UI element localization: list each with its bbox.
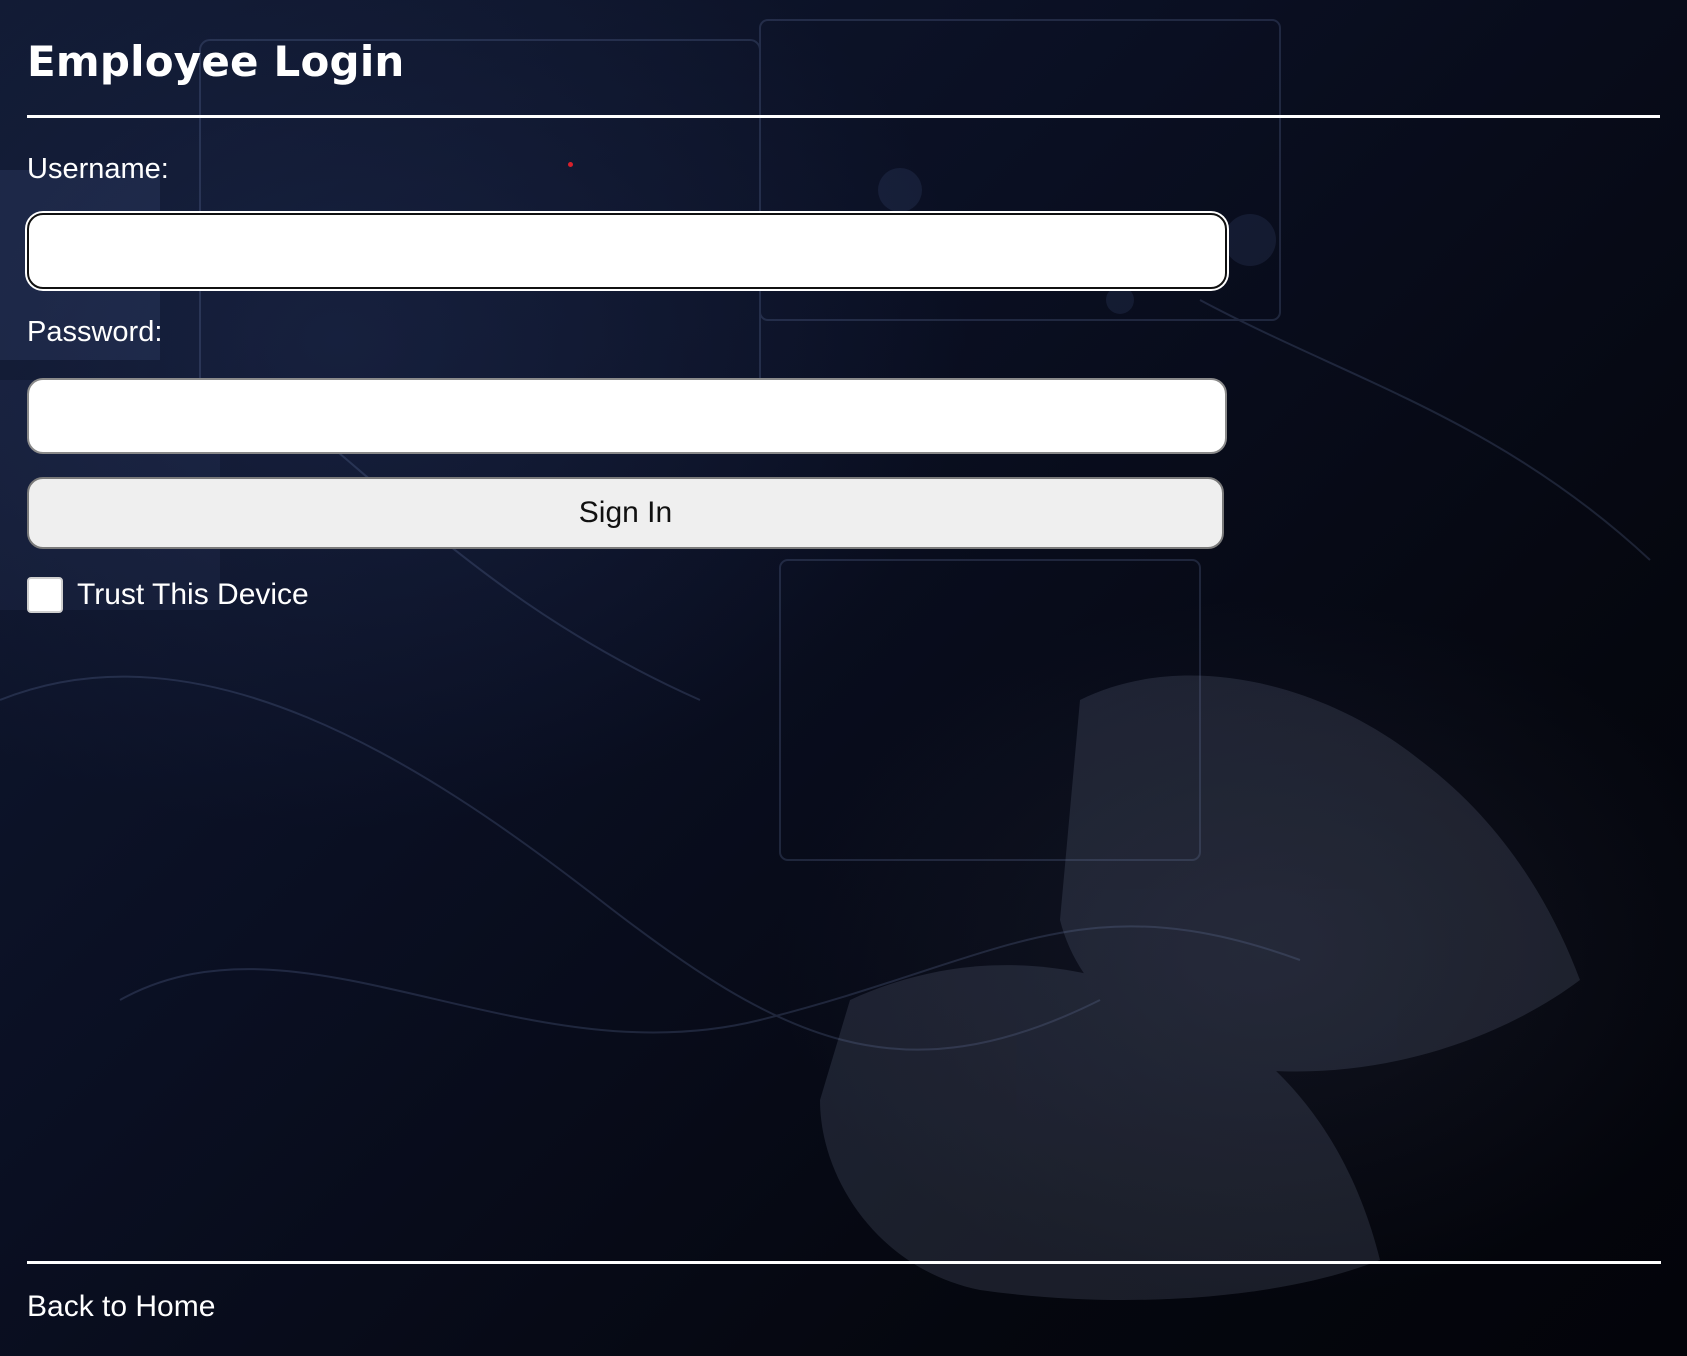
red-dot-indicator <box>568 162 573 167</box>
footer: Back to Home <box>27 1261 1661 1323</box>
username-label: Username: <box>27 153 169 185</box>
username-input[interactable] <box>27 213 1227 289</box>
login-page: Employee Login Username: Password: Sign … <box>0 0 1687 1356</box>
sign-in-button[interactable]: Sign In <box>27 477 1224 549</box>
trust-device-checkbox[interactable] <box>27 577 63 613</box>
header: Employee Login <box>27 0 1660 118</box>
trust-device-label[interactable]: Trust This Device <box>77 578 309 612</box>
page-title: Employee Login <box>27 37 405 86</box>
password-input[interactable] <box>27 378 1227 454</box>
password-label: Password: <box>27 316 163 348</box>
back-to-home-link[interactable]: Back to Home <box>27 1290 215 1324</box>
trust-device-row: Trust This Device <box>27 577 309 613</box>
